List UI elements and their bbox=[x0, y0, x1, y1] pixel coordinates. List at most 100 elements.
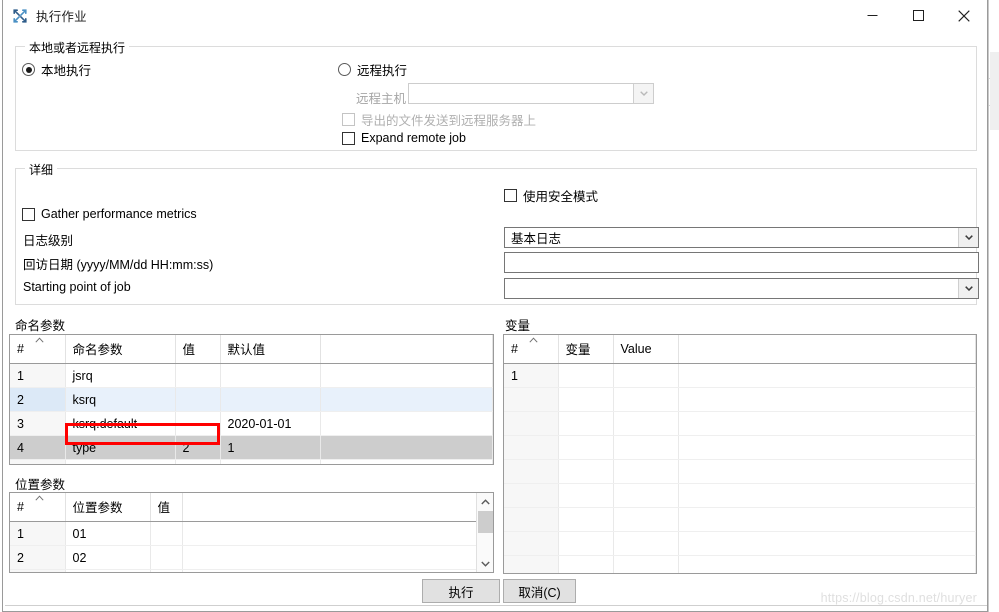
positional-params-title: 位置参数 bbox=[15, 478, 66, 492]
cell-variable[interactable] bbox=[558, 387, 614, 412]
chevron-down-icon[interactable] bbox=[958, 228, 978, 247]
table-row[interactable]: 3 ksrq.default 2020-01-01 bbox=[10, 411, 493, 436]
cell-variable[interactable] bbox=[558, 531, 614, 556]
cell-value[interactable] bbox=[175, 363, 221, 388]
cell-variable[interactable] bbox=[558, 435, 614, 460]
local-execution-radio[interactable]: 本地执行 bbox=[22, 60, 91, 79]
column-header-index[interactable]: # bbox=[10, 335, 66, 364]
cell-name[interactable]: type bbox=[65, 435, 176, 460]
starting-point-combo[interactable] bbox=[504, 278, 979, 299]
table-row[interactable]: 1 bbox=[504, 363, 976, 388]
positional-params-table[interactable]: # 位置参数 值 1 01 2 02 bbox=[9, 492, 494, 573]
cell-variable[interactable] bbox=[558, 507, 614, 532]
table-row[interactable] bbox=[10, 459, 493, 464]
cell-value[interactable]: 2 bbox=[175, 435, 221, 460]
table-row[interactable] bbox=[504, 387, 976, 412]
cell-variable[interactable] bbox=[558, 459, 614, 484]
positional-params-scrollbar[interactable] bbox=[476, 493, 493, 572]
cell-value[interactable] bbox=[613, 363, 679, 388]
chevron-down-icon[interactable] bbox=[958, 279, 978, 298]
positional-params-grid: # 位置参数 值 1 01 2 02 bbox=[10, 493, 493, 572]
cell-value[interactable] bbox=[613, 555, 679, 573]
log-level-combo[interactable]: 基本日志 bbox=[504, 227, 979, 248]
send-exported-file-checkbox[interactable]: 导出的文件发送到远程服务器上 bbox=[342, 110, 536, 129]
column-header-index[interactable]: # bbox=[10, 493, 66, 522]
scroll-up-icon[interactable] bbox=[477, 493, 493, 510]
cell-blank bbox=[320, 387, 493, 412]
table-row[interactable] bbox=[10, 569, 493, 572]
cell-positional[interactable]: 02 bbox=[65, 545, 151, 570]
cell-value[interactable] bbox=[613, 387, 679, 412]
table-row[interactable]: 2 02 bbox=[10, 545, 493, 570]
column-header-variable[interactable]: 变量 bbox=[558, 335, 614, 364]
cell-name[interactable]: ksrq bbox=[65, 387, 176, 412]
cell-name[interactable]: jsrq bbox=[65, 363, 176, 388]
remote-host-combo[interactable] bbox=[408, 83, 654, 104]
column-header-index[interactable]: # bbox=[504, 335, 559, 364]
cell-value[interactable] bbox=[175, 411, 221, 436]
scroll-down-icon[interactable] bbox=[477, 555, 493, 572]
execute-button[interactable]: 执行 bbox=[422, 579, 500, 603]
table-row[interactable] bbox=[504, 459, 976, 484]
table-row[interactable] bbox=[504, 531, 976, 556]
safe-mode-checkbox[interactable]: 使用安全模式 bbox=[504, 186, 598, 205]
cell-value[interactable] bbox=[613, 435, 679, 460]
cell-variable[interactable] bbox=[558, 363, 614, 388]
cancel-button[interactable]: 取消(C) bbox=[503, 579, 576, 603]
cell-name[interactable] bbox=[65, 459, 176, 464]
table-row-selected[interactable]: 4 type 2 1 bbox=[10, 435, 493, 460]
column-header-blank[interactable] bbox=[320, 335, 493, 364]
cell-positional[interactable]: 01 bbox=[65, 521, 151, 546]
cell-value[interactable] bbox=[150, 545, 183, 570]
cell-value[interactable] bbox=[175, 459, 221, 464]
column-header-value[interactable]: Value bbox=[613, 335, 679, 364]
cell-value[interactable] bbox=[613, 459, 679, 484]
table-row[interactable]: 1 jsrq bbox=[10, 363, 493, 388]
starting-point-label: Starting point of job bbox=[23, 280, 131, 294]
cell-variable[interactable] bbox=[558, 483, 614, 508]
minimize-button[interactable] bbox=[849, 0, 895, 31]
table-row[interactable]: 1 01 bbox=[10, 521, 493, 546]
sort-ascending-icon bbox=[35, 337, 44, 343]
table-row[interactable] bbox=[504, 555, 976, 573]
cell-value[interactable] bbox=[150, 521, 183, 546]
column-header-name[interactable]: 命名参数 bbox=[65, 335, 176, 364]
variables-table[interactable]: # 变量 Value 1 bbox=[503, 334, 977, 574]
table-row[interactable] bbox=[504, 411, 976, 436]
cell-value[interactable] bbox=[613, 411, 679, 436]
cell-value[interactable] bbox=[613, 507, 679, 532]
cell-value[interactable] bbox=[613, 483, 679, 508]
column-header-value[interactable]: 值 bbox=[175, 335, 221, 364]
named-params-table[interactable]: # 命名参数 值 默认值 1 jsrq 2 ksrq 3 ksrq.defaul… bbox=[9, 334, 494, 465]
column-header-default[interactable]: 默认值 bbox=[220, 335, 321, 364]
expand-remote-job-checkbox[interactable]: Expand remote job bbox=[342, 131, 466, 145]
replay-date-input[interactable] bbox=[504, 252, 979, 273]
cell-positional[interactable] bbox=[65, 569, 151, 572]
gather-performance-metrics-checkbox[interactable]: Gather performance metrics bbox=[22, 207, 197, 221]
cell-name[interactable]: ksrq.default bbox=[65, 411, 176, 436]
cell-value[interactable] bbox=[613, 531, 679, 556]
table-row[interactable] bbox=[504, 483, 976, 508]
remote-execution-radio[interactable]: 远程执行 bbox=[338, 60, 407, 79]
column-header-value[interactable]: 值 bbox=[150, 493, 183, 522]
maximize-button[interactable] bbox=[895, 0, 941, 31]
named-params-body: 1 jsrq 2 ksrq 3 ksrq.default 2020-01-01 … bbox=[10, 363, 493, 464]
chevron-down-icon[interactable] bbox=[633, 84, 653, 103]
column-header-blank[interactable] bbox=[678, 335, 976, 364]
table-row[interactable] bbox=[504, 435, 976, 460]
table-row[interactable] bbox=[504, 507, 976, 532]
cell-variable[interactable] bbox=[558, 555, 614, 573]
cell-blank bbox=[678, 459, 976, 484]
cell-index bbox=[504, 411, 559, 436]
table-row[interactable]: 2 ksrq bbox=[10, 387, 493, 412]
cell-variable[interactable] bbox=[558, 411, 614, 436]
log-level-value: 基本日志 bbox=[511, 232, 562, 246]
cell-index: 1 bbox=[10, 521, 66, 546]
column-header-positional[interactable]: 位置参数 bbox=[65, 493, 151, 522]
column-header-blank[interactable] bbox=[182, 493, 493, 522]
cell-value[interactable] bbox=[150, 569, 183, 572]
close-button[interactable] bbox=[941, 0, 987, 31]
cell-value[interactable] bbox=[175, 387, 221, 412]
scrollbar-thumb[interactable] bbox=[478, 511, 493, 533]
watermark-text: https://blog.csdn.net/huryer bbox=[820, 591, 977, 605]
